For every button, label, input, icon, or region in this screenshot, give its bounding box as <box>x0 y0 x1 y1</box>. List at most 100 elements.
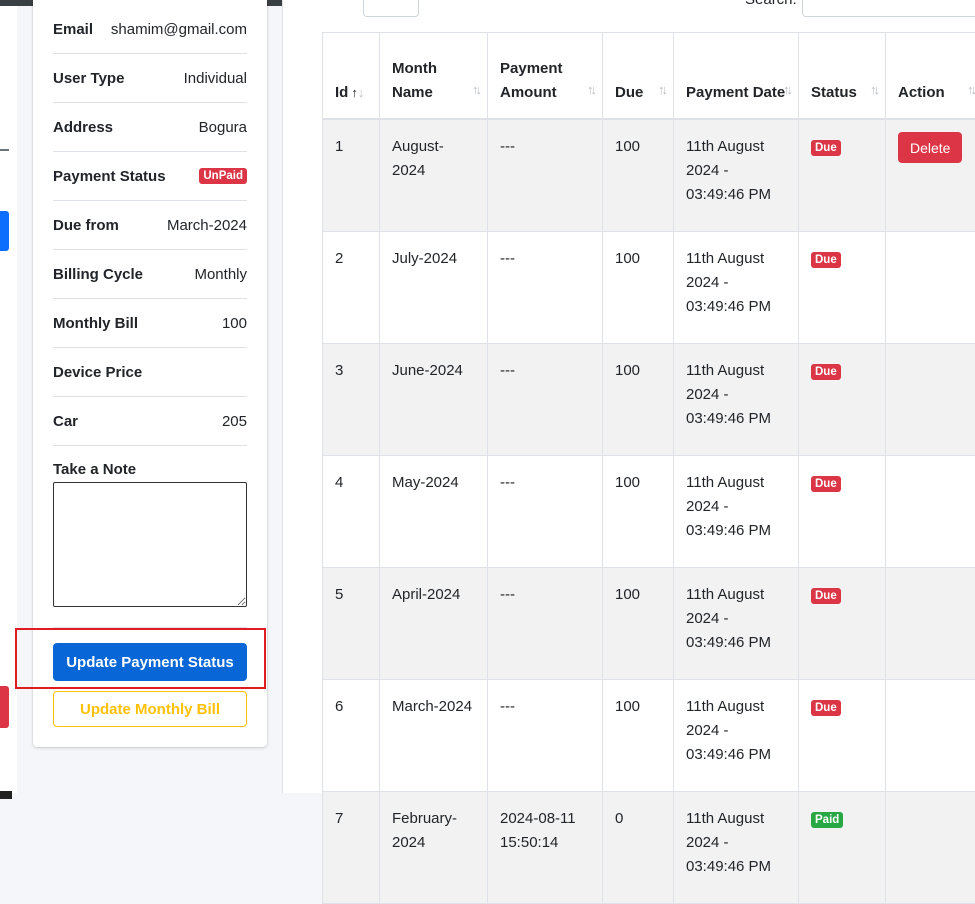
sort-icon: ↑↓ <box>472 78 479 102</box>
page-length-select[interactable] <box>363 0 419 17</box>
action-cell <box>886 568 975 680</box>
month-cell: April-2024 <box>380 568 488 680</box>
column-header-label: Id <box>335 84 348 101</box>
delete-button[interactable]: Delete <box>898 132 962 163</box>
column-header-status[interactable]: Status ↑↓ <box>799 33 886 120</box>
column-header-payment-date[interactable]: Payment Date↑↓ <box>674 33 799 120</box>
table-row: 5April-2024---10011th August 2024 - 03:4… <box>323 568 975 680</box>
column-header-label: Action <box>898 84 945 101</box>
amount-cell: --- <box>488 680 603 792</box>
payment-date-cell: 11th August 2024 - 03:49:46 PM <box>674 680 799 792</box>
sort-asc-icon: ↑↓ <box>351 85 364 100</box>
info-value: Bogura <box>199 119 247 136</box>
due-cell: 0 <box>603 792 674 904</box>
amount-cell: --- <box>488 344 603 456</box>
status-badge: Paid <box>811 812 843 828</box>
info-label: Device Price <box>53 364 142 381</box>
sort-icon: ↑↓ <box>783 78 790 102</box>
month-cell: August-2024 <box>380 119 488 232</box>
amount-cell: --- <box>488 456 603 568</box>
payment-status-badge: UnPaid <box>199 168 247 184</box>
sidebar-bottom-item[interactable] <box>0 791 12 799</box>
amount-cell: --- <box>488 568 603 680</box>
id-cell: 3 <box>323 344 380 456</box>
id-cell: 7 <box>323 792 380 904</box>
due-cell: 100 <box>603 232 674 344</box>
column-header-due[interactable]: Due↑↓ <box>603 33 674 120</box>
status-badge: Due <box>811 700 841 716</box>
customer-info-list: Email shamim@gmail.com User Type Individ… <box>53 5 247 446</box>
table-row: 7February-20242024-08-11 15:50:14011th A… <box>323 792 975 904</box>
info-value: March-2024 <box>167 217 247 234</box>
month-cell: July-2024 <box>380 232 488 344</box>
note-label: Take a Note <box>53 461 136 478</box>
month-cell: February-2024 <box>380 792 488 904</box>
payment-date-cell: 11th August 2024 - 03:49:46 PM <box>674 792 799 904</box>
info-label: Due from <box>53 217 119 234</box>
update-monthly-bill-button[interactable]: Update Monthly Bill <box>53 691 247 727</box>
status-badge: Due <box>811 476 841 492</box>
info-label: Address <box>53 119 113 136</box>
column-header-month-name[interactable]: Month Name↑↓ <box>380 33 488 120</box>
table-row: 6March-2024---10011th August 2024 - 03:4… <box>323 680 975 792</box>
status-cell: Due <box>799 568 886 680</box>
payment-date-cell: 11th August 2024 - 03:49:46 PM <box>674 344 799 456</box>
sort-icon: ↑↓ <box>870 78 877 102</box>
status-cell: Due <box>799 119 886 232</box>
id-cell: 4 <box>323 456 380 568</box>
search-input[interactable] <box>802 0 975 17</box>
amount-cell: 2024-08-11 15:50:14 <box>488 792 603 904</box>
action-cell: Delete <box>886 119 975 232</box>
amount-cell: --- <box>488 232 603 344</box>
column-header-label: Payment Amount <box>500 60 563 101</box>
info-label: Car <box>53 413 78 430</box>
id-cell: 6 <box>323 680 380 792</box>
info-label: Payment Status <box>53 168 166 185</box>
info-label: Monthly Bill <box>53 315 138 332</box>
payment-date-cell: 11th August 2024 - 03:49:46 PM <box>674 568 799 680</box>
id-cell: 2 <box>323 232 380 344</box>
sidebar-active-item[interactable] <box>0 211 9 251</box>
info-value: Individual <box>184 70 247 87</box>
month-cell: May-2024 <box>380 456 488 568</box>
action-cell <box>886 344 975 456</box>
status-cell: Due <box>799 680 886 792</box>
info-row-address: Address Bogura <box>53 103 247 152</box>
sort-icon: ↑↓ <box>967 78 974 102</box>
due-cell: 100 <box>603 344 674 456</box>
info-label: Billing Cycle <box>53 266 143 283</box>
action-cell <box>886 232 975 344</box>
table-row: 1August-2024---10011th August 2024 - 03:… <box>323 119 975 232</box>
action-cell <box>886 792 975 904</box>
id-cell: 1 <box>323 119 380 232</box>
sort-icon: ↑↓ <box>587 78 594 102</box>
sidebar-divider <box>0 149 9 151</box>
highlight-annotation <box>15 628 266 689</box>
due-cell: 100 <box>603 119 674 232</box>
table-row: 4May-2024---10011th August 2024 - 03:49:… <box>323 456 975 568</box>
due-cell: 100 <box>603 568 674 680</box>
info-row-email: Email shamim@gmail.com <box>53 5 247 54</box>
payment-date-cell: 11th August 2024 - 03:49:46 PM <box>674 119 799 232</box>
note-textarea[interactable] <box>53 482 247 607</box>
column-header-action[interactable]: Action ↑↓ <box>886 33 975 120</box>
column-header-id[interactable]: Id↑↓ <box>323 33 380 120</box>
status-cell: Paid <box>799 792 886 904</box>
payments-table: Id↑↓ Month Name↑↓ Payment Amount↑↓ Due↑↓… <box>322 32 975 904</box>
sidebar-danger-item[interactable] <box>0 686 9 728</box>
column-header-payment-amount[interactable]: Payment Amount ↑↓ <box>488 33 603 120</box>
info-row-user-type: User Type Individual <box>53 54 247 103</box>
action-cell <box>886 680 975 792</box>
table-row: 2July-2024---10011th August 2024 - 03:49… <box>323 232 975 344</box>
info-row-due-from: Due from March-2024 <box>53 201 247 250</box>
info-label: User Type <box>53 70 124 87</box>
action-cell <box>886 456 975 568</box>
column-header-label: Status <box>811 84 857 101</box>
column-header-label: Due <box>615 84 643 101</box>
payment-date-cell: 11th August 2024 - 03:49:46 PM <box>674 232 799 344</box>
info-row-billing-cycle: Billing Cycle Monthly <box>53 250 247 299</box>
id-cell: 5 <box>323 568 380 680</box>
month-cell: March-2024 <box>380 680 488 792</box>
status-cell: Due <box>799 232 886 344</box>
info-row-payment-status: Payment Status UnPaid <box>53 152 247 201</box>
